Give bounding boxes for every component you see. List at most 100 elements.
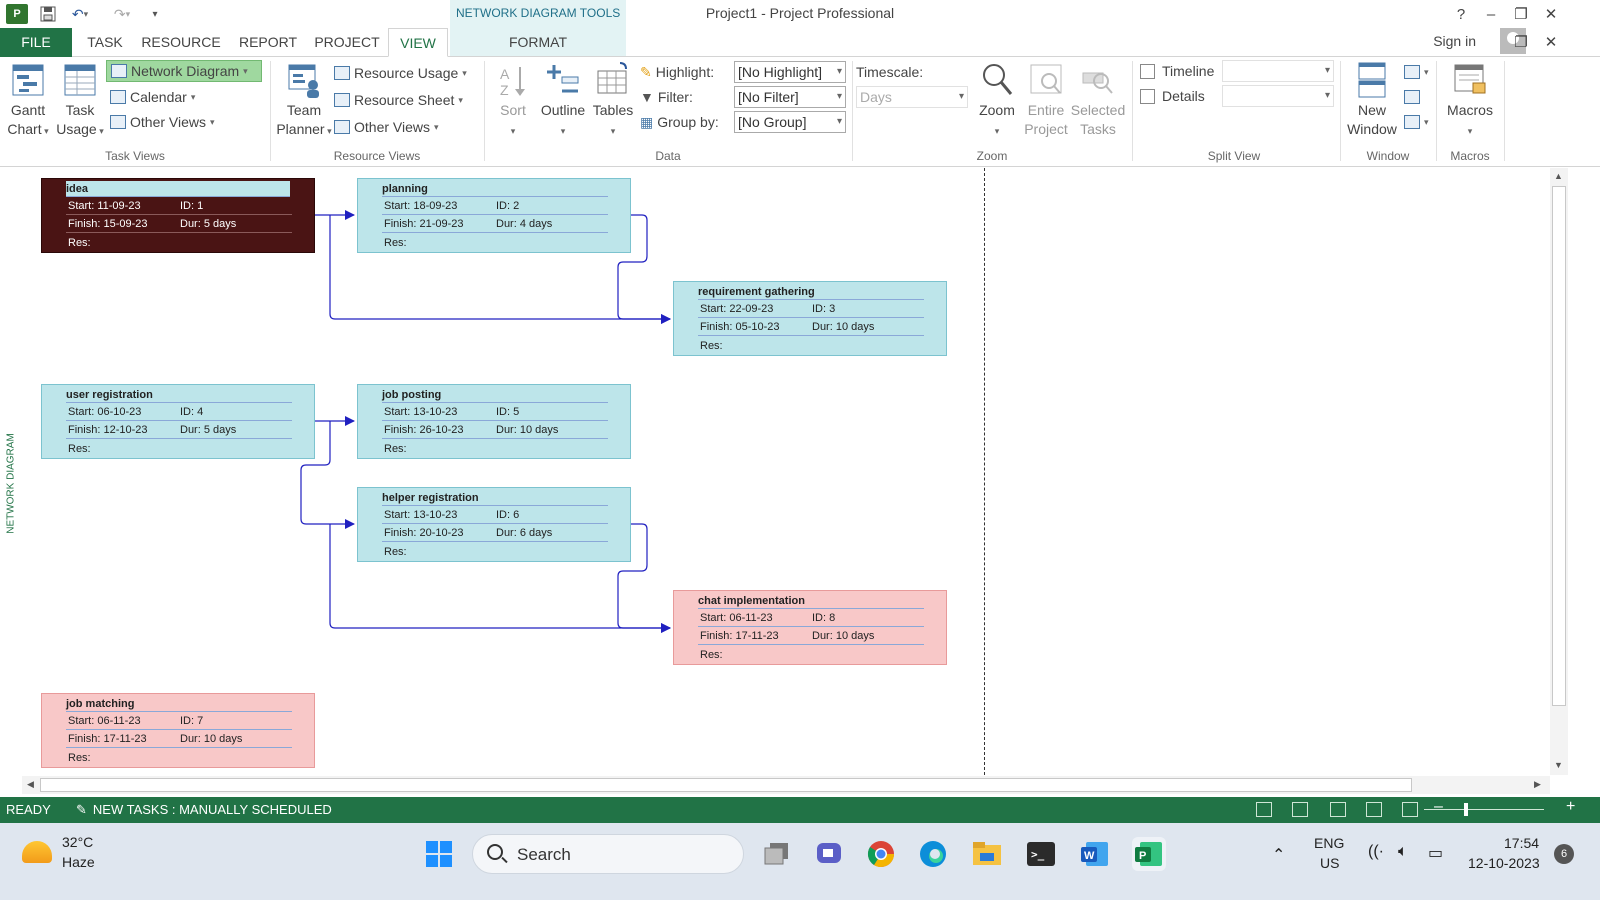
terminal-icon[interactable]: >_: [1024, 837, 1058, 871]
chrome-icon[interactable]: [864, 837, 898, 871]
help-icon[interactable]: ?: [1448, 2, 1474, 26]
project-app-icon[interactable]: P: [6, 4, 28, 24]
close-document-icon[interactable]: ✕: [1538, 30, 1564, 54]
horizontal-scroll-thumb[interactable]: [40, 778, 1412, 792]
timeline-checkbox[interactable]: [1140, 64, 1155, 79]
scroll-up-icon[interactable]: ▲: [1554, 171, 1563, 181]
task-node-idea[interactable]: idea Start: 11-09-23 ID: 1 Finish: 15-09-…: [41, 178, 315, 253]
calendar-button[interactable]: Calendar ▾: [110, 86, 195, 108]
task-name: chat implementation: [698, 593, 924, 609]
team-planner-shortcut-icon[interactable]: [1330, 802, 1346, 817]
clock-date[interactable]: 12-10-2023: [1468, 855, 1540, 871]
task-other-views-button[interactable]: Other Views ▾: [110, 111, 215, 133]
outline-button[interactable]: Outline ▾: [536, 61, 590, 141]
hide-window-icon[interactable]: [1404, 86, 1420, 108]
tab-format[interactable]: FORMAT: [496, 28, 580, 57]
new-window-button[interactable]: New Window: [1344, 61, 1400, 139]
details-checkbox[interactable]: [1140, 89, 1155, 104]
weather-icon[interactable]: [22, 841, 52, 863]
undo-icon[interactable]: ↶ ▾: [66, 3, 94, 25]
switch-windows-icon[interactable]: ▾: [1404, 111, 1429, 133]
svg-text:A: A: [500, 66, 510, 82]
zoom-button[interactable]: Zoom ▾: [972, 61, 1022, 141]
filter-select[interactable]: [No Filter]: [734, 86, 846, 108]
task-node-helper-registration[interactable]: helper registration Start: 13-10-23 ID: 6…: [357, 487, 631, 562]
tab-file[interactable]: FILE: [0, 28, 72, 57]
details-view-select[interactable]: [1222, 85, 1334, 107]
horizontal-scrollbar[interactable]: ◀ ▶: [22, 776, 1550, 794]
entire-project-button[interactable]: Entire Project: [1020, 61, 1072, 139]
sign-in-link[interactable]: Sign in: [1433, 33, 1476, 49]
windows-start-icon[interactable]: [422, 837, 456, 871]
macros-button[interactable]: Macros ▾: [1440, 61, 1500, 141]
vertical-scrollbar[interactable]: ▲ ▼: [1550, 168, 1568, 775]
task-node-job-matching[interactable]: job matching Start: 06-11-23 ID: 7 Finish…: [41, 693, 315, 768]
scroll-down-icon[interactable]: ▼: [1554, 760, 1563, 770]
clock-time[interactable]: 17:54: [1504, 835, 1539, 851]
task-usage-button[interactable]: Task Usage ▾: [56, 61, 104, 141]
teams-chat-icon[interactable]: [812, 837, 846, 871]
battery-icon[interactable]: ▭: [1428, 843, 1443, 863]
sort-button[interactable]: AZ Sort ▾: [490, 61, 536, 141]
resource-other-views-label: Other Views: [354, 119, 430, 135]
notification-badge[interactable]: 6: [1554, 844, 1574, 864]
file-explorer-icon[interactable]: [970, 837, 1004, 871]
weather-temperature[interactable]: 32°C: [62, 834, 93, 850]
restore-icon[interactable]: ❐: [1508, 2, 1534, 26]
tab-task[interactable]: TASK: [80, 28, 130, 57]
scroll-right-icon[interactable]: ▶: [1534, 779, 1541, 790]
team-planner-button[interactable]: Team Planner ▾: [274, 61, 334, 141]
minimize-icon[interactable]: –: [1478, 2, 1504, 26]
wifi-icon[interactable]: ((·: [1368, 843, 1384, 861]
customize-quick-access-icon[interactable]: ▾: [148, 3, 162, 25]
highlight-select[interactable]: [No Highlight]: [734, 61, 846, 83]
redo-icon[interactable]: ↷ ▾: [108, 3, 136, 25]
save-icon[interactable]: [38, 3, 58, 25]
timescale-select[interactable]: Days: [856, 86, 968, 108]
task-node-user-registration[interactable]: user registration Start: 06-10-23 ID: 4 F…: [41, 384, 315, 459]
ribbon-display-options-icon[interactable]: ❐: [1508, 30, 1534, 54]
resource-other-views-button[interactable]: Other Views ▾: [334, 116, 439, 138]
project-taskbar-icon[interactable]: P: [1132, 837, 1166, 871]
timeline-view-select[interactable]: [1222, 60, 1334, 82]
weather-condition[interactable]: Haze: [62, 854, 95, 870]
tab-view[interactable]: VIEW: [388, 28, 448, 57]
zoom-in-icon[interactable]: +: [1566, 798, 1575, 816]
resource-sheet-button[interactable]: Resource Sheet ▾: [334, 89, 463, 111]
scroll-left-icon[interactable]: ◀: [27, 779, 34, 790]
close-icon[interactable]: ✕: [1538, 2, 1564, 26]
zoom-slider[interactable]: [1424, 809, 1544, 810]
tables-button[interactable]: Tables ▾: [588, 61, 638, 141]
new-tasks-mode[interactable]: ✎ NEW TASKS : MANUALLY SCHEDULED: [76, 802, 332, 818]
zoom-out-icon[interactable]: –: [1434, 798, 1443, 816]
tab-project[interactable]: PROJECT: [310, 28, 384, 57]
network-diagram-button[interactable]: Network Diagram ▾: [106, 60, 262, 82]
tab-resource[interactable]: RESOURCE: [136, 28, 226, 57]
network-diagram-canvas[interactable]: idea Start: 11-09-23 ID: 1 Finish: 15-09-…: [22, 168, 1550, 775]
task-view-icon[interactable]: [760, 837, 794, 871]
vertical-scroll-thumb[interactable]: [1552, 186, 1566, 706]
word-icon[interactable]: W: [1078, 837, 1112, 871]
show-hidden-icons-icon[interactable]: ⌃: [1272, 845, 1285, 865]
resource-usage-button[interactable]: Resource Usage ▾: [334, 62, 467, 84]
gantt-view-shortcut-icon[interactable]: [1256, 802, 1272, 817]
input-language[interactable]: ENG: [1314, 835, 1344, 851]
task-node-chat-implementation[interactable]: chat implementation Start: 06-11-23 ID: 8…: [673, 590, 947, 665]
tab-report[interactable]: REPORT: [232, 28, 304, 57]
task-usage-shortcut-icon[interactable]: [1292, 802, 1308, 817]
volume-icon[interactable]: 🔈︎: [1398, 843, 1408, 861]
taskbar-search-box[interactable]: Search: [472, 834, 744, 874]
task-node-requirement-gathering[interactable]: requirement gathering Start: 22-09-23 ID:…: [673, 281, 947, 356]
task-node-job-posting[interactable]: job posting Start: 13-10-23 ID: 5 Finish:…: [357, 384, 631, 459]
arrange-all-icon[interactable]: ▾: [1404, 61, 1429, 83]
input-region[interactable]: US: [1320, 855, 1339, 871]
resource-sheet-shortcut-icon[interactable]: [1366, 802, 1382, 817]
zoom-slider-thumb[interactable]: [1464, 803, 1468, 816]
gantt-chart-button[interactable]: Gantt Chart ▾: [4, 61, 52, 141]
edge-icon[interactable]: [916, 837, 950, 871]
selected-tasks-button[interactable]: Selected Tasks: [1068, 61, 1128, 139]
group-by-select[interactable]: [No Group]: [734, 111, 846, 133]
task-node-planning[interactable]: planning Start: 18-09-23 ID: 2 Finish: 21…: [357, 178, 631, 253]
report-shortcut-icon[interactable]: [1402, 802, 1418, 817]
gantt-chart-icon: [12, 64, 44, 96]
